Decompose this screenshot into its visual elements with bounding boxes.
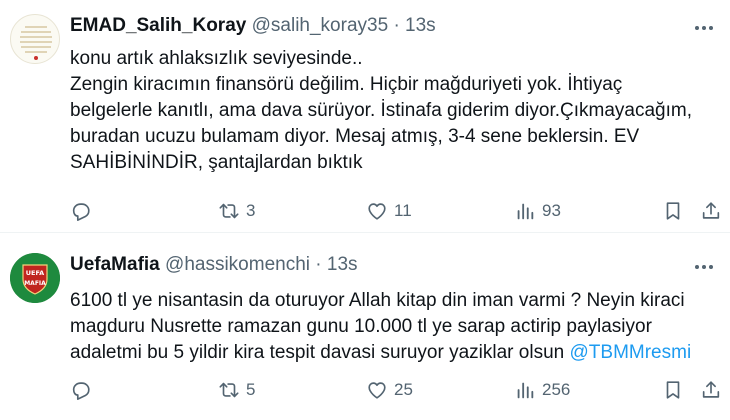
author-handle[interactable]: @hassikomenchi	[165, 254, 310, 275]
like-count: 11	[394, 201, 412, 220]
views-count: 93	[542, 201, 561, 220]
tweet-line: buradan ucuzu bulamam diyor. Mesaj atmış…	[70, 126, 640, 147]
retweet-count: 5	[246, 380, 256, 399]
timestamp[interactable]: 13s	[405, 15, 436, 36]
bookmark-icon	[666, 381, 680, 399]
tweet[interactable]: UEFA MAFIA UefaMafia @hassikomenchi · 13…	[0, 233, 730, 420]
bookmark-icon	[666, 202, 680, 220]
tweet-text: 6100 tl ye nisantasin da oturuyor Allah …	[70, 288, 691, 366]
author-name[interactable]: UefaMafia	[70, 254, 160, 275]
retweet-button[interactable]: 5	[218, 377, 255, 403]
tweet-line: magduru Nusrette ramazan gunu 10.000 tl …	[70, 316, 652, 337]
tweet-line: adaletmi bu 5 yildir kira tespit davasi …	[70, 340, 691, 366]
avatar[interactable]	[10, 14, 60, 64]
tweet-line: 6100 tl ye nisantasin da oturuyor Allah …	[70, 290, 685, 311]
tweet-header: EMAD_Salih_Koray @salih_koray35 · 13s	[70, 14, 436, 38]
like-button[interactable]: 11	[366, 198, 412, 224]
retweet-icon	[219, 382, 239, 398]
avatar-image: UEFA MAFIA	[10, 253, 60, 303]
like-count: 25	[394, 380, 413, 399]
tweet-line: konu artık ahlaksızlık seviyesinde..	[70, 48, 363, 69]
mention-link[interactable]: @TBMMresmi	[570, 342, 692, 363]
views-button[interactable]: 93	[514, 198, 561, 224]
tweet-line-text: adaletmi bu 5 yildir kira tespit davasi …	[70, 342, 570, 363]
reply-icon	[72, 382, 90, 400]
share-button[interactable]	[700, 377, 722, 403]
tweet-header: UefaMafia @hassikomenchi · 13s	[70, 253, 358, 277]
views-icon	[517, 382, 534, 399]
timestamp[interactable]: 13s	[327, 254, 358, 275]
avatar-logo-text-bottom: MAFIA	[24, 280, 46, 287]
retweet-icon	[219, 203, 239, 219]
tweet-line: belgelerle kanıtlı, ama dava sürüyor. İs…	[70, 100, 693, 121]
bookmark-button[interactable]	[662, 198, 684, 224]
separator-dot: ·	[315, 254, 322, 275]
more-icon[interactable]	[692, 255, 716, 279]
tweet-line: Zengin kiracımın finansörü değilim. Hiçb…	[70, 74, 623, 95]
more-icon[interactable]	[692, 16, 716, 40]
reply-icon	[72, 203, 90, 221]
separator-dot: ·	[393, 15, 400, 36]
avatar-image	[20, 26, 52, 60]
tweet[interactable]: EMAD_Salih_Koray @salih_koray35 · 13s ko…	[0, 0, 730, 232]
avatar[interactable]: UEFA MAFIA	[10, 253, 60, 303]
avatar-logo-text-top: UEFA	[26, 269, 44, 277]
share-button[interactable]	[700, 198, 722, 224]
reply-button[interactable]	[70, 198, 98, 224]
views-icon	[517, 203, 534, 220]
tweet-line: SAHİBİNİNDİR, şantajlardan bıktık	[70, 152, 363, 173]
author-handle[interactable]: @salih_koray35	[252, 15, 389, 36]
share-icon	[702, 381, 720, 398]
action-bar: 3 11 93	[0, 198, 730, 224]
like-icon	[368, 382, 386, 399]
like-button[interactable]: 25	[366, 377, 413, 403]
author-name[interactable]: EMAD_Salih_Koray	[70, 15, 246, 36]
like-icon	[368, 203, 386, 220]
views-count: 256	[542, 380, 571, 399]
action-bar: 5 25 256	[0, 377, 730, 403]
tweet-text: konu artık ahlaksızlık seviyesinde.. Zen…	[70, 46, 692, 176]
retweet-count: 3	[246, 201, 256, 220]
retweet-button[interactable]: 3	[218, 198, 255, 224]
share-icon	[702, 202, 720, 219]
reply-button[interactable]	[70, 377, 98, 403]
bookmark-button[interactable]	[662, 377, 684, 403]
views-button[interactable]: 256	[514, 377, 570, 403]
